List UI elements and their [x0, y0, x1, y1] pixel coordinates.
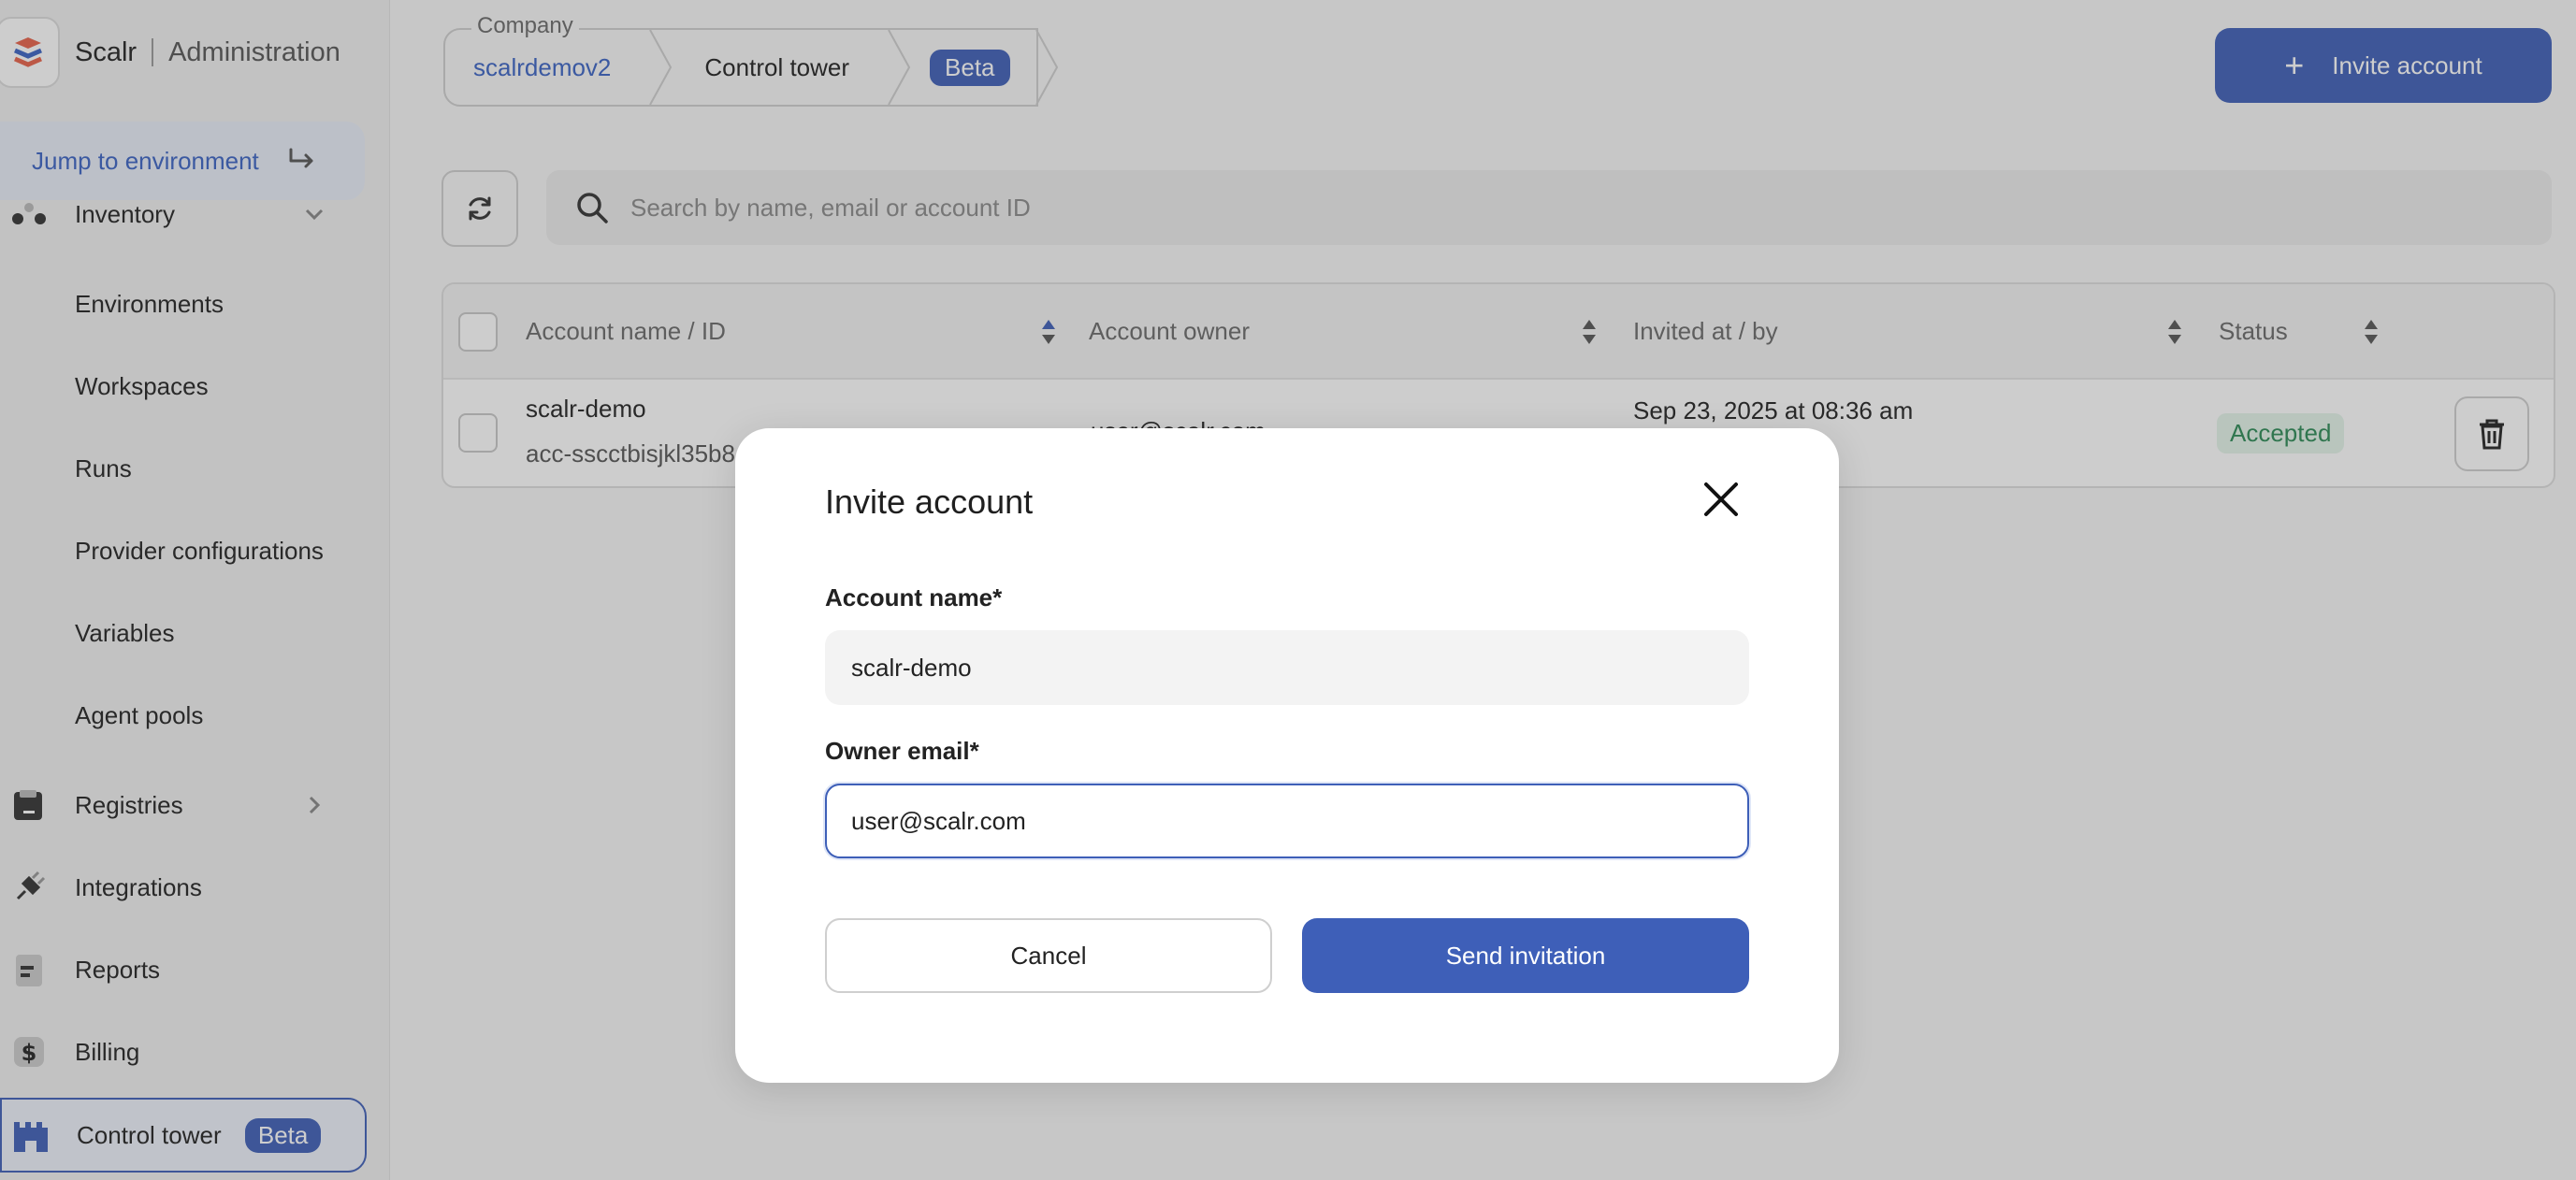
owner-email-input[interactable] [849, 805, 1732, 837]
app: Scalr Administration Jump to environment… [0, 0, 2576, 1180]
send-invitation-button[interactable]: Send invitation [1302, 918, 1749, 993]
account-name-label: Account name* [825, 583, 1003, 612]
account-name-input[interactable] [849, 652, 1732, 684]
owner-email-field[interactable] [825, 784, 1749, 858]
cancel-button[interactable]: Cancel [825, 918, 1272, 993]
dialog-title: Invite account [825, 482, 1034, 521]
invite-account-dialog: Invite account Account name* Owner email… [735, 428, 1839, 1083]
account-name-field[interactable] [825, 630, 1749, 705]
owner-email-label: Owner email* [825, 737, 979, 765]
close-icon[interactable] [1699, 477, 1744, 522]
